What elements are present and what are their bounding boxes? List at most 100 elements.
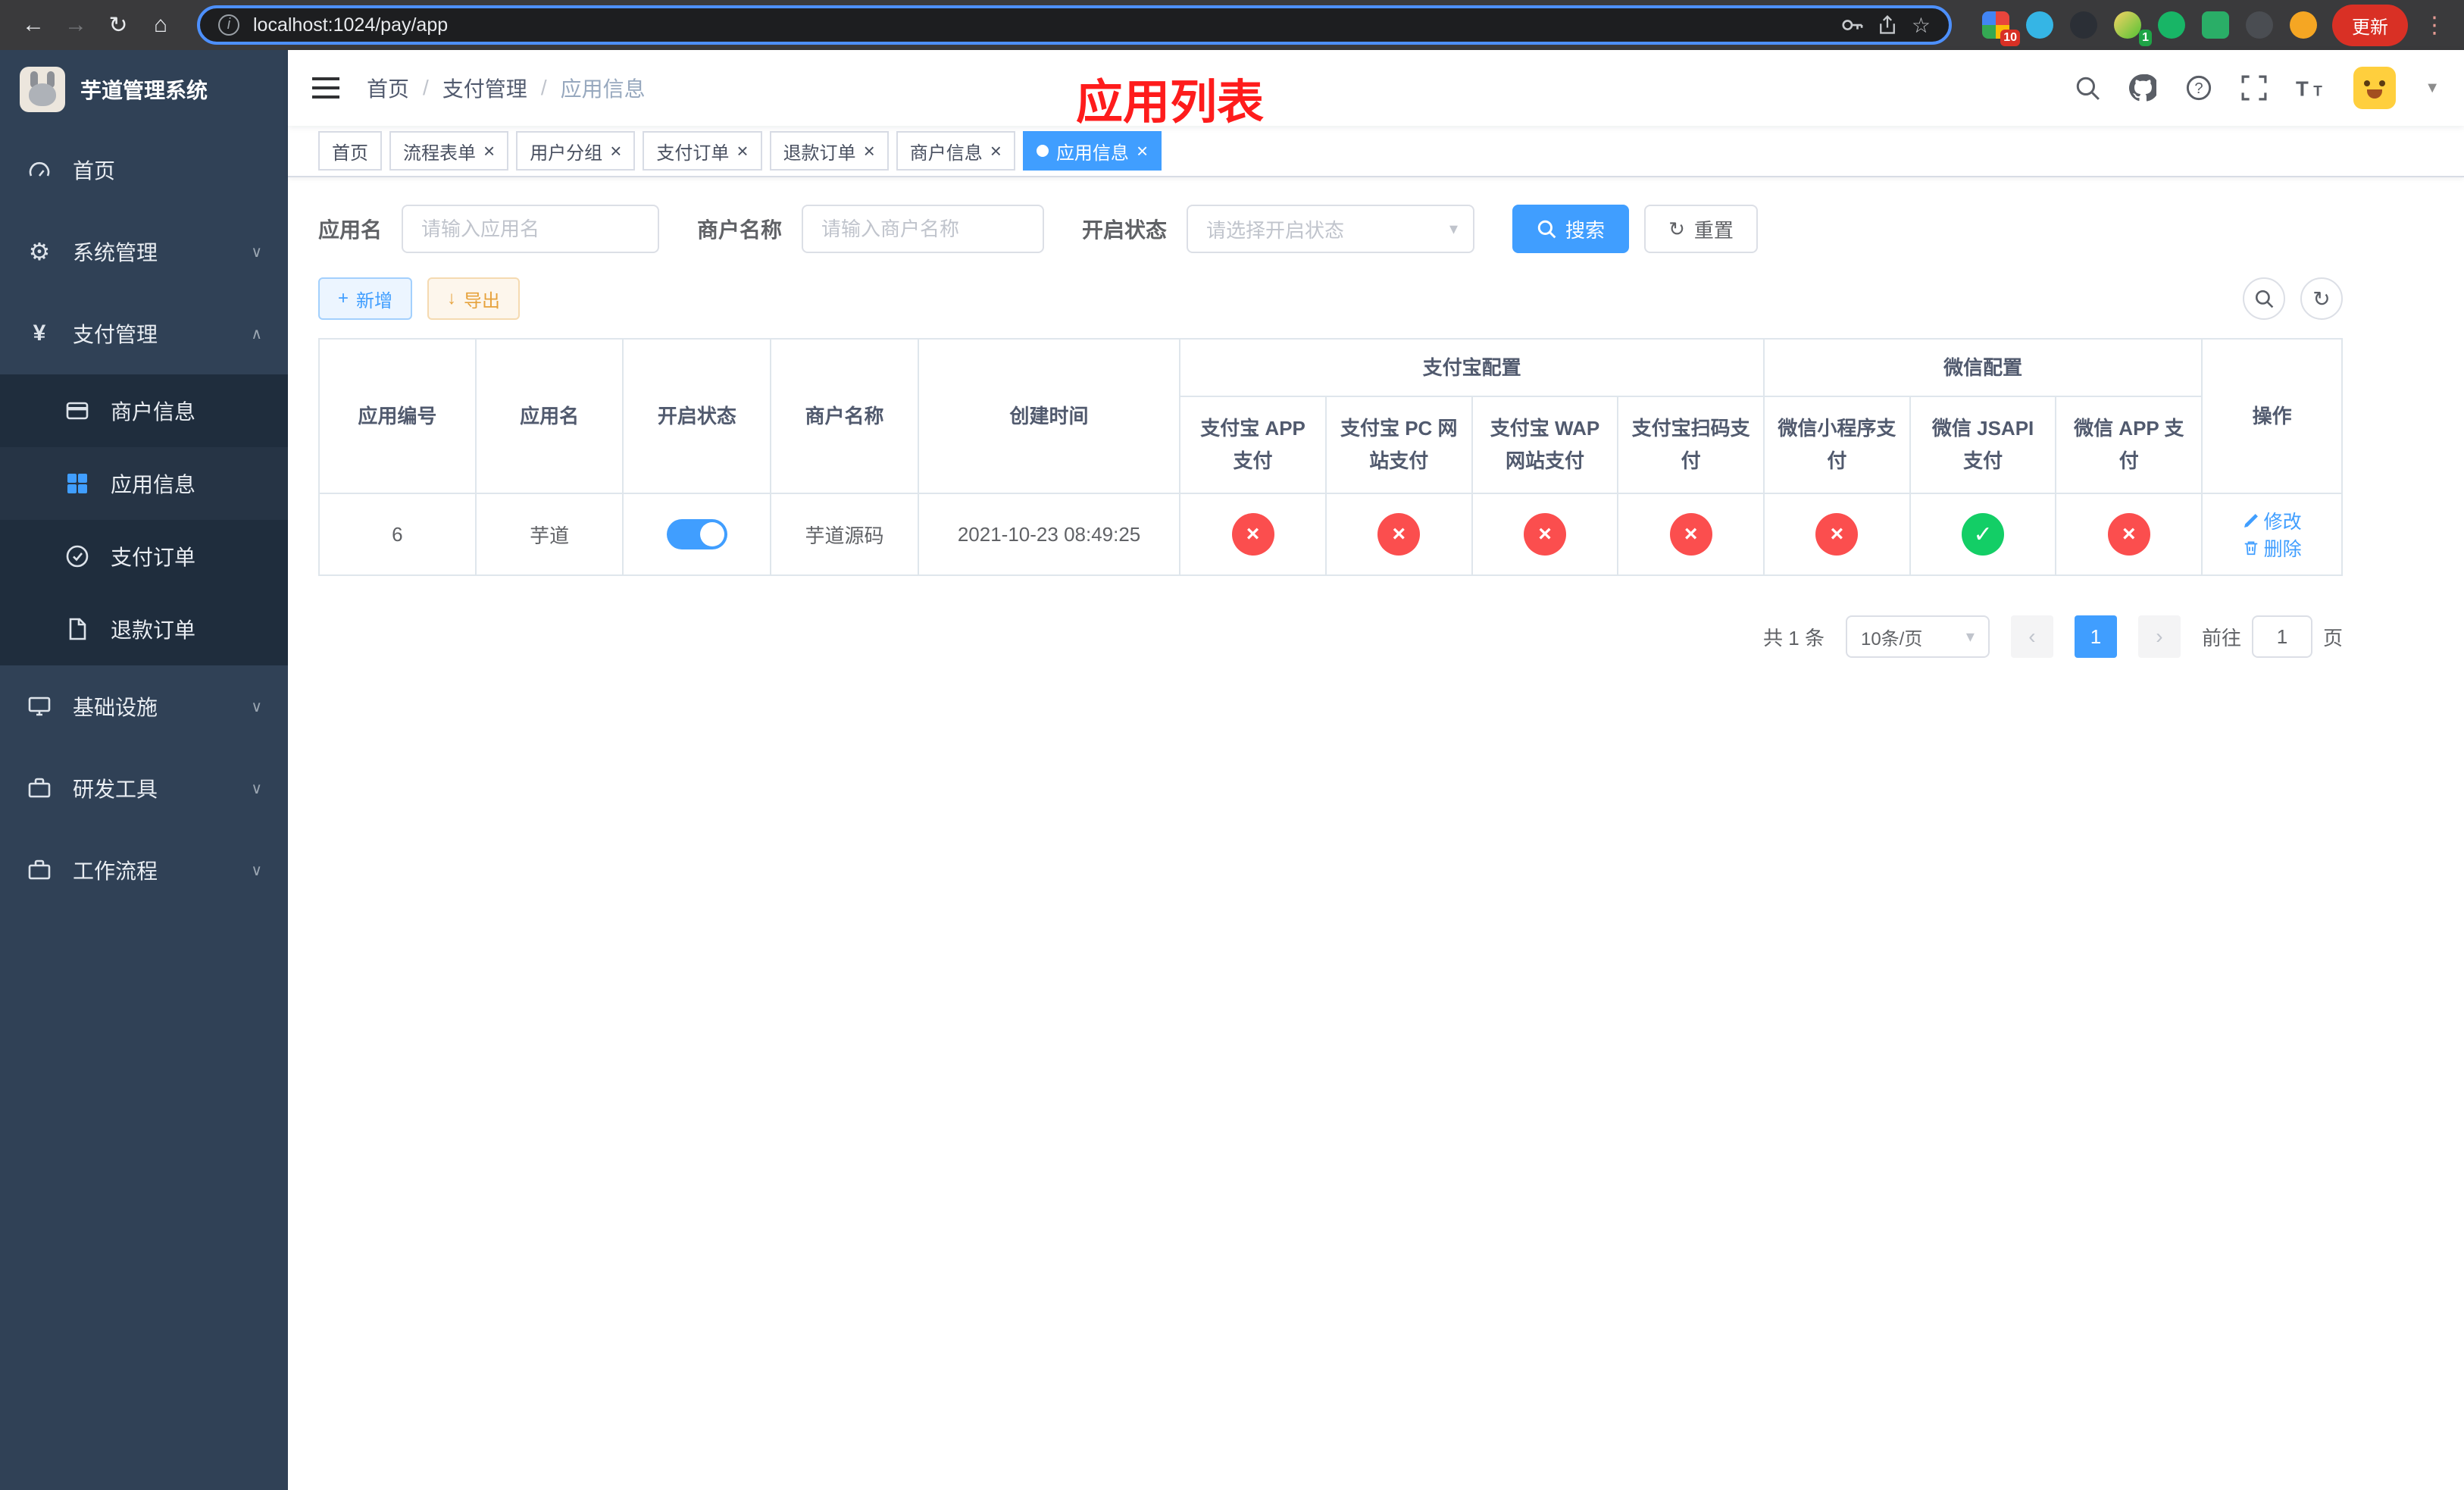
app-name-input[interactable]	[402, 205, 660, 253]
close-icon[interactable]: ×	[736, 141, 748, 161]
alipay-qr-status-icon: ×	[1669, 513, 1712, 556]
close-icon[interactable]: ×	[864, 141, 875, 161]
sidebar-item-pay-orders[interactable]: 支付订单	[0, 520, 288, 593]
col-header-create-time: 创建时间	[917, 338, 1181, 494]
user-avatar[interactable]	[2353, 67, 2397, 109]
add-button[interactable]: + 新增	[318, 277, 413, 320]
sidebar-item-home[interactable]: 首页	[0, 129, 288, 211]
page-size-select[interactable]: 10条/页 ▾	[1845, 615, 1990, 658]
extension-icon-7[interactable]	[2246, 11, 2273, 39]
refresh-table-button[interactable]: ↻	[2300, 277, 2343, 320]
col-header-alipay-pc: 支付宝 PC 网站支付	[1324, 396, 1473, 494]
tab-pay-orders[interactable]: 支付订单 ×	[643, 131, 762, 171]
browser-back-icon[interactable]: ←	[12, 4, 55, 46]
document-icon	[64, 617, 91, 641]
tab-home[interactable]: 首页	[318, 131, 382, 171]
sidebar-item-workflow[interactable]: 工作流程 ∨	[0, 829, 288, 911]
sidebar-item-payment[interactable]: ¥ 支付管理 ∧	[0, 293, 288, 374]
bookmark-star-icon[interactable]: ☆	[1912, 13, 1931, 38]
status-toggle[interactable]	[666, 519, 727, 549]
alipay-wap-status-icon: ×	[1523, 513, 1566, 556]
toggle-search-button[interactable]	[2243, 277, 2285, 320]
avatar-caret-icon[interactable]: ▼	[2425, 80, 2440, 97]
page-1-button[interactable]: 1	[2074, 615, 2117, 658]
col-header-status: 开启状态	[622, 338, 772, 494]
browser-home-icon[interactable]: ⌂	[139, 4, 182, 46]
extension-icon-3[interactable]	[2070, 11, 2097, 39]
sidebar-item-app-info[interactable]: 应用信息	[0, 447, 288, 520]
close-icon[interactable]: ×	[483, 141, 495, 161]
search-icon[interactable]	[2075, 75, 2100, 101]
plus-icon: +	[338, 288, 349, 308]
wechat-app-status-icon: ×	[2107, 513, 2150, 556]
github-icon[interactable]	[2129, 74, 2157, 102]
close-icon[interactable]: ×	[990, 141, 1002, 161]
goto-page-input[interactable]	[2251, 615, 2312, 658]
col-header-app-id: 应用编号	[317, 338, 477, 494]
col-header-app-name: 应用名	[474, 338, 624, 494]
sidebar-item-infrastructure[interactable]: 基础设施 ∨	[0, 665, 288, 747]
toolbox-icon	[26, 858, 53, 882]
status-select[interactable]: 请选择开启状态 ▾	[1187, 205, 1475, 253]
extension-icon-6[interactable]	[2202, 11, 2229, 39]
tab-user-group[interactable]: 用户分组 ×	[516, 131, 636, 171]
share-icon[interactable]	[1877, 14, 1898, 36]
col-header-wechat-jsapi: 微信 JSAPI 支付	[1909, 396, 2057, 494]
extension-icon-2[interactable]	[2026, 11, 2053, 39]
cell-status	[622, 493, 772, 576]
merchant-name-input[interactable]	[802, 205, 1045, 253]
close-icon[interactable]: ×	[610, 141, 621, 161]
export-button[interactable]: ↓ 导出	[427, 277, 521, 320]
tab-app-info[interactable]: 应用信息 ×	[1022, 131, 1162, 171]
chevron-up-icon: ∧	[251, 325, 262, 343]
app-title: 芋道管理系统	[80, 79, 208, 102]
delete-link[interactable]: 删除	[2243, 534, 2302, 562]
help-icon[interactable]: ?	[2185, 74, 2212, 102]
dashboard-icon	[26, 158, 53, 182]
col-header-alipay-app: 支付宝 APP 支付	[1179, 396, 1327, 494]
extension-icon-4[interactable]: 1	[2114, 11, 2152, 46]
refresh-icon: ↻	[1668, 217, 1685, 240]
download-icon: ↓	[447, 288, 457, 308]
browser-menu-icon[interactable]: ⋮	[2423, 12, 2446, 39]
sidebar-item-refund-orders[interactable]: 退款订单	[0, 593, 288, 665]
next-page-button[interactable]: ›	[2137, 615, 2181, 658]
breadcrumb-payment[interactable]: 支付管理	[442, 73, 527, 103]
sidebar-item-dev-tools[interactable]: 研发工具 ∨	[0, 747, 288, 829]
tab-refund-orders[interactable]: 退款订单 ×	[769, 131, 889, 171]
prev-page-button[interactable]: ‹	[2010, 615, 2053, 658]
browser-refresh-icon[interactable]: ↻	[97, 4, 139, 46]
site-info-icon[interactable]: i	[218, 14, 239, 36]
password-key-icon[interactable]	[1840, 14, 1863, 36]
sidebar-item-system[interactable]: ⚙ 系统管理 ∨	[0, 211, 288, 293]
fullscreen-icon[interactable]	[2241, 75, 2267, 101]
browser-forward-icon[interactable]: →	[55, 4, 97, 46]
col-header-alipay-qr: 支付宝扫码支付	[1617, 396, 1765, 494]
reset-button[interactable]: ↻ 重置	[1644, 205, 1758, 253]
extension-icon-8[interactable]	[2290, 11, 2317, 39]
chevron-down-icon: ∨	[251, 698, 262, 715]
address-bar[interactable]: i localhost:1024/pay/app ☆	[197, 5, 1952, 45]
app-table: 应用编号 应用名 开启状态 商户名称 创建时间 支付宝配置 微信配置 操作 支付…	[317, 338, 2344, 576]
extension-icon-1[interactable]: 10	[1982, 11, 2020, 46]
app-logo-row[interactable]: 芋道管理系统	[0, 50, 288, 129]
browser-extensions-area: 10 1	[1982, 11, 2317, 46]
search-button[interactable]: 搜索	[1512, 205, 1630, 253]
col-header-merchant: 商户名称	[770, 338, 919, 494]
close-icon[interactable]: ×	[1137, 141, 1148, 161]
tab-process-form[interactable]: 流程表单 ×	[389, 131, 509, 171]
browser-update-button[interactable]: 更新	[2332, 4, 2408, 46]
svg-text:T: T	[2313, 84, 2322, 100]
extension-icon-5[interactable]	[2158, 11, 2185, 39]
active-dot	[1036, 145, 1049, 157]
col-group-wechat: 微信配置	[1763, 338, 2203, 397]
tab-merchant-info[interactable]: 商户信息 ×	[896, 131, 1015, 171]
chevron-down-icon: ▾	[1449, 219, 1459, 238]
sidebar-collapse-icon[interactable]	[312, 77, 339, 99]
font-size-icon[interactable]: TT	[2296, 75, 2325, 101]
chevron-down-icon: ∨	[251, 862, 262, 879]
app-name-label: 应用名	[318, 218, 383, 242]
breadcrumb-home[interactable]: 首页	[367, 73, 409, 103]
sidebar-item-merchant-info[interactable]: 商户信息	[0, 374, 288, 447]
edit-link[interactable]: 修改	[2243, 507, 2302, 534]
